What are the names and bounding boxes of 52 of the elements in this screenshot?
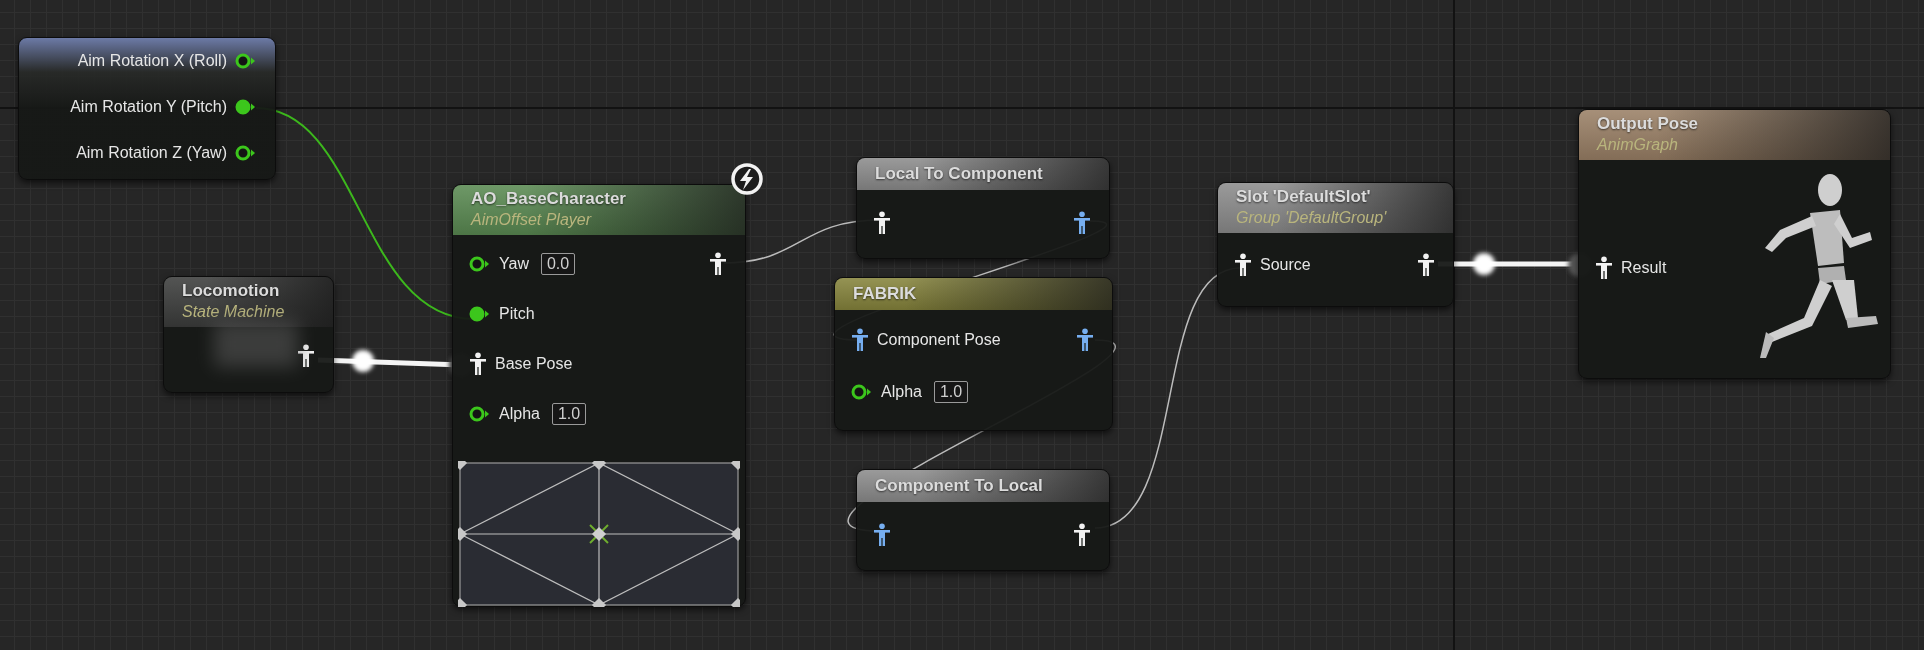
node-subtitle: AnimGraph bbox=[1597, 136, 1679, 154]
figure-pin-icon[interactable] bbox=[1234, 253, 1252, 277]
circle-pin-icon[interactable] bbox=[235, 53, 257, 69]
figure-pin-icon[interactable] bbox=[297, 344, 315, 368]
pin-label: Yaw bbox=[499, 255, 529, 273]
graph-canvas[interactable] bbox=[0, 0, 1924, 650]
pin-label: Alpha bbox=[881, 383, 922, 401]
figure-pin-icon[interactable] bbox=[469, 352, 487, 376]
node-title: Component To Local bbox=[875, 476, 1044, 496]
pin-label: Aim Rotation Z (Yaw) bbox=[76, 144, 227, 162]
graph-node[interactable]: Aim Rotation X (Roll) Aim Rotation Y (Pitch) Aim Rotation Z (Yaw) bbox=[18, 37, 276, 180]
figure-pin-icon[interactable] bbox=[1073, 211, 1091, 235]
graph-node[interactable]: Output Pose AnimGraph Result bbox=[1578, 109, 1891, 379]
value-field[interactable]: 1.0 bbox=[933, 381, 969, 403]
graph-node[interactable]: Slot 'DefaultSlot' Group 'DefaultGroup' Source bbox=[1217, 182, 1454, 307]
node-title: Local To Component bbox=[875, 164, 1044, 184]
pin-label: Base Pose bbox=[495, 355, 573, 373]
figure-pin-icon[interactable] bbox=[1076, 328, 1094, 352]
pin-label: Aim Rotation Y (Pitch) bbox=[70, 98, 227, 116]
node-subtitle: AimOffset Player bbox=[471, 211, 593, 229]
graph-node[interactable]: Locomotion State Machine bbox=[163, 276, 334, 393]
pin-label: Aim Rotation X (Roll) bbox=[77, 52, 227, 70]
circle-pin-icon[interactable] bbox=[469, 406, 491, 422]
graph-node[interactable]: FABRIK Component Pose Alpha 1.0 bbox=[834, 277, 1113, 431]
figure-pin-icon[interactable] bbox=[1595, 256, 1613, 280]
figure-pin-icon[interactable] bbox=[709, 252, 727, 276]
pin-label: Alpha bbox=[499, 405, 540, 423]
figure-pin-icon[interactable] bbox=[1073, 523, 1091, 547]
node-title: AO_BaseCharacter bbox=[471, 189, 627, 209]
circle-pin-icon[interactable] bbox=[235, 99, 257, 115]
pin-label: Component Pose bbox=[877, 331, 1001, 349]
circle-pin-icon[interactable] bbox=[235, 145, 257, 161]
figure-pin-icon[interactable] bbox=[1417, 253, 1435, 277]
node-title: Locomotion bbox=[182, 281, 281, 301]
graph-node[interactable]: Component To Local bbox=[856, 469, 1110, 571]
figure-pin-icon[interactable] bbox=[873, 523, 891, 547]
value-field[interactable]: 1.0 bbox=[551, 403, 587, 425]
figure-pin-icon[interactable] bbox=[873, 211, 891, 235]
figure-pin-icon[interactable] bbox=[851, 328, 869, 352]
node-title: FABRIK bbox=[853, 284, 918, 304]
graph-node[interactable]: AO_BaseCharacter AimOffset Player Yaw 0.0 Pitch Base Pose Alpha 1.0 bbox=[452, 184, 746, 607]
circle-pin-icon[interactable] bbox=[851, 384, 873, 400]
circle-pin-icon[interactable] bbox=[469, 306, 491, 322]
value-field[interactable]: 0.0 bbox=[540, 253, 576, 275]
node-title: Output Pose bbox=[1597, 114, 1700, 134]
pin-label: Source bbox=[1260, 256, 1311, 274]
node-subtitle: State Machine bbox=[182, 303, 286, 321]
pin-label: Result bbox=[1621, 259, 1667, 277]
circle-pin-icon[interactable] bbox=[469, 256, 491, 272]
node-title: Slot 'DefaultSlot' bbox=[1236, 187, 1372, 207]
pin-label: Pitch bbox=[499, 305, 535, 323]
node-subtitle: Group 'DefaultGroup' bbox=[1236, 209, 1388, 227]
